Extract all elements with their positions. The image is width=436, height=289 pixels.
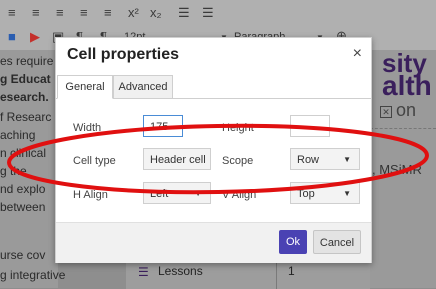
cancel-button[interactable]: Cancel — [313, 230, 361, 254]
bg-line: nd explo — [0, 182, 46, 196]
background-text: on — [396, 100, 417, 120]
chevron-down-icon: ▼ — [194, 189, 202, 198]
close-icon[interactable]: × — [353, 46, 362, 62]
cell-type-value: Header cell — [150, 154, 206, 166]
h-align-value: Left — [150, 188, 169, 200]
bg-line: urse cov — [0, 248, 46, 262]
superscript-icon[interactable]: x² — [128, 6, 139, 20]
numbered-list-icon[interactable]: ☰ — [202, 6, 214, 20]
bg-line: f Researc — [0, 110, 52, 124]
cell-type-label: Cell type — [73, 155, 116, 167]
bg-line: n clinical — [0, 146, 47, 160]
divider — [370, 128, 436, 129]
lessons-label: Lessons — [158, 264, 203, 278]
brand-text: alth — [382, 70, 432, 101]
align-center-icon[interactable]: ≡ — [32, 6, 40, 20]
background-page-right: sity alth ✕ on , MSiMR — [370, 48, 436, 288]
chevron-down-icon: ▼ — [343, 155, 351, 164]
background-text: , MSiMR — [372, 162, 422, 177]
height-input[interactable] — [290, 115, 330, 137]
width-label: Width — [73, 122, 102, 134]
close-box-icon: ✕ — [380, 106, 392, 118]
table-cell[interactable]: ☰ Lessons — [126, 259, 277, 289]
table-cell-value[interactable]: 1 — [288, 264, 295, 278]
youtube-icon[interactable]: ▶ — [30, 30, 40, 44]
bg-line: esearch. — [0, 90, 49, 104]
bg-line: aching — [0, 128, 36, 142]
scope-select[interactable]: Row ▼ — [290, 148, 360, 170]
height-label: Height — [222, 122, 254, 134]
bg-line: es require — [0, 54, 54, 68]
width-input[interactable]: 175 — [143, 115, 183, 137]
cell-type-select[interactable]: Header cell — [143, 148, 211, 170]
scope-label: Scope — [222, 155, 254, 167]
bg-line: g the — [0, 164, 27, 178]
ok-button[interactable]: Ok — [279, 230, 307, 254]
h-align-select[interactable]: Left ▼ — [143, 182, 211, 204]
align-right-icon[interactable]: ≡ — [56, 6, 64, 20]
chevron-down-icon: ▼ — [343, 189, 351, 198]
v-align-label: V Align — [222, 189, 257, 201]
v-align-value: Top — [297, 188, 315, 200]
h-align-label: H Align — [73, 189, 108, 201]
v-align-select[interactable]: Top ▼ — [290, 182, 360, 204]
dialog-tabs: General Advanced — [56, 75, 371, 99]
outdent-icon[interactable]: ≡ — [80, 6, 88, 20]
bullet-list-icon[interactable]: ☰ — [178, 6, 190, 20]
cell-properties-dialog: Cell properties × General Advanced Width… — [55, 37, 372, 263]
indent-icon[interactable]: ≡ — [104, 6, 112, 20]
tab-advanced[interactable]: Advanced — [113, 75, 173, 99]
bg-line: g Educat — [0, 72, 51, 86]
scope-value: Row — [297, 154, 320, 166]
dialog-title: Cell properties — [67, 46, 180, 63]
bg-line: g integrative — [0, 268, 66, 282]
image-icon[interactable]: ■ — [8, 30, 16, 44]
align-left-icon[interactable]: ≡ — [8, 6, 16, 20]
tab-general[interactable]: General — [57, 75, 113, 99]
background-page-text: es require g Educat esearch. f Researc a… — [0, 50, 65, 288]
dialog-footer: Ok Cancel — [56, 222, 371, 263]
subscript-icon[interactable]: x₂ — [150, 6, 162, 20]
bg-line: between — [0, 200, 46, 214]
list-icon: ☰ — [138, 265, 149, 279]
